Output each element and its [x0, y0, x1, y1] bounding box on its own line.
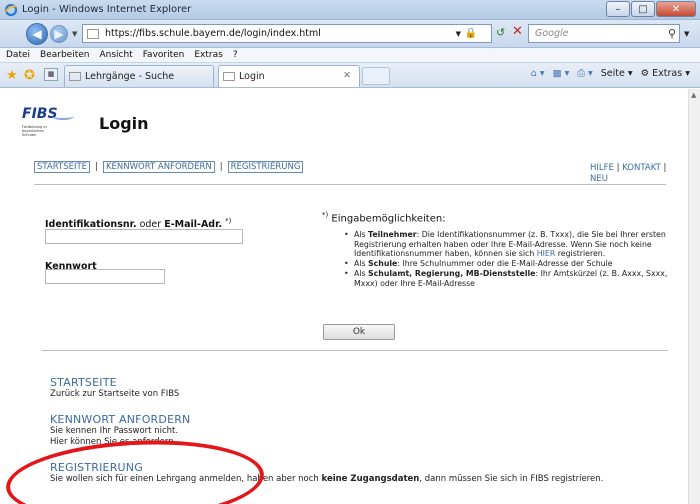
fibs-logo[interactable]: FIBS Fortbildung in bayerischen Schulen — [22, 106, 74, 138]
feeds-icon[interactable]: ▩ ▾ — [553, 68, 570, 79]
hints-title: *) Eingabemöglichkeiten: — [322, 211, 446, 225]
search-options-icon[interactable]: ▼ — [684, 30, 689, 38]
menu-tools[interactable]: Extras — [194, 48, 222, 62]
back-button[interactable]: ◀ — [26, 23, 48, 45]
tab-bar: ★ ✪ ▦ Lehrgänge - Suche Login ✕ ⌂ ▾ ▩ ▾ … — [0, 63, 700, 88]
url-text: https://fibs.schule.bayern.de/login/inde… — [105, 28, 321, 39]
page-title: Login — [99, 114, 149, 133]
contact-link[interactable]: KONTAKT — [622, 163, 661, 173]
section-heading-registrierung[interactable]: REGISTRIERUNG — [50, 461, 650, 474]
section-desc: Hier können Sie es anfordern. — [50, 436, 177, 447]
hier-link[interactable]: HIER — [537, 249, 556, 258]
internet-explorer-icon — [4, 3, 18, 17]
divider — [34, 184, 666, 185]
section-desc: Sie kennen Ihr Passwort nicht. — [50, 426, 179, 436]
menu-edit[interactable]: Bearbeiten — [40, 48, 89, 62]
search-input[interactable]: Google ⚲ — [528, 24, 680, 43]
favorites-star-icon[interactable]: ★ — [6, 68, 18, 83]
home-icon[interactable]: ⌂ ▾ — [531, 68, 545, 79]
help-navigation: HILFE | KONTAKT | NEU — [590, 163, 667, 184]
page-favicon-icon — [87, 29, 99, 39]
minimize-button[interactable]: – — [606, 1, 630, 17]
tab-label: Login — [239, 71, 265, 82]
window-title: Login - Windows Internet Explorer — [22, 4, 192, 15]
address-dropdown-icon[interactable]: ▼ — [456, 30, 461, 38]
hint-schule: Als Schule: Ihre Schulnummer oder die E-… — [342, 259, 680, 269]
close-tab-icon[interactable]: ✕ — [343, 70, 351, 81]
id-email-input[interactable] — [45, 229, 243, 244]
logo-subtitle: Fortbildung in bayerischen Schulen — [22, 125, 47, 137]
window-titlebar: Login - Windows Internet Explorer – □ ✕ — [0, 0, 700, 20]
history-dropdown-icon[interactable]: ▼ — [72, 30, 77, 38]
page-menu-label: Seite — [600, 68, 625, 79]
maximize-button[interactable]: □ — [631, 1, 655, 17]
hint-teilnehmer: Als Teilnehmer: Die Identifikationsnumme… — [342, 230, 680, 259]
nav-kennwort-anfordern[interactable]: KENNWORT ANFORDERN — [102, 161, 215, 173]
section-heading-startseite[interactable]: STARTSEITE — [50, 376, 179, 389]
search-icon[interactable]: ⚲ — [668, 27, 676, 40]
tab-lehrgaenge-suche[interactable]: Lehrgänge - Suche — [64, 65, 214, 87]
section-startseite: STARTSEITE Zurück zur Startseite von FIB… — [50, 376, 179, 400]
search-placeholder: Google — [535, 28, 569, 39]
menu-favorites[interactable]: Favoriten — [143, 48, 185, 62]
section-desc: Zurück zur Startseite von FIBS — [50, 389, 180, 399]
quick-tabs-icon[interactable]: ▦ — [44, 68, 58, 81]
stop-icon[interactable]: ✕ — [512, 24, 523, 39]
nav-startseite[interactable]: STARTSEITE — [34, 161, 91, 173]
tab-label: Lehrgänge - Suche — [85, 71, 175, 82]
password-input[interactable] — [45, 269, 165, 284]
ok-button[interactable]: Ok — [323, 324, 395, 340]
section-desc: Sie wollen sich für einen Lehrgang anmel… — [50, 474, 604, 484]
print-icon[interactable]: ⎙ ▾ — [577, 68, 592, 79]
forward-button[interactable]: ▶ — [50, 25, 68, 43]
section-kennwort: KENNWORT ANFORDERN Sie kennen Ihr Passwo… — [50, 413, 191, 447]
add-favorite-icon[interactable]: ✪ — [24, 68, 35, 83]
lock-icon[interactable]: 🔒 — [465, 28, 477, 39]
section-heading-kennwort[interactable]: KENNWORT ANFORDERN — [50, 413, 191, 426]
section-registrierung: REGISTRIERUNG Sie wollen sich für einen … — [50, 461, 650, 485]
page-menu[interactable]: Seite ▾ — [601, 68, 633, 79]
menu-bar: Datei Bearbeiten Ansicht Favoriten Extra… — [0, 48, 700, 63]
nav-registrierung[interactable]: REGISTRIERUNG — [227, 161, 304, 173]
hint-schulamt: Als Schulamt, Regierung, MB-Dienststelle… — [342, 269, 680, 288]
logo-swoosh — [52, 112, 74, 120]
page-viewport: FIBS Fortbildung in bayerischen Schulen … — [0, 89, 688, 504]
menu-view[interactable]: Ansicht — [99, 48, 132, 62]
tab-favicon-icon — [223, 72, 235, 81]
tools-menu[interactable]: ⚙ Extras ▾ — [641, 68, 690, 79]
tab-login[interactable]: Login ✕ — [218, 65, 360, 87]
refresh-icon[interactable]: ↺ — [496, 26, 505, 39]
vertical-scrollbar[interactable]: ▲ — [688, 89, 700, 504]
help-link[interactable]: HILFE — [590, 163, 614, 173]
new-tab-button[interactable] — [362, 67, 390, 85]
menu-file[interactable]: Datei — [6, 48, 30, 62]
new-link[interactable]: NEU — [590, 174, 608, 184]
scroll-up-icon[interactable]: ▲ — [691, 91, 696, 99]
tools-menu-label: Extras — [652, 68, 683, 79]
top-navigation: STARTSEITE | KENNWORT ANFORDERN | REGISTRIER… — [34, 161, 304, 173]
menu-help[interactable]: ? — [233, 48, 238, 62]
address-bar[interactable]: https://fibs.schule.bayern.de/login/inde… — [82, 24, 492, 43]
tab-favicon-icon — [69, 72, 81, 81]
close-window-button[interactable]: ✕ — [656, 1, 696, 17]
hints-list: Als Teilnehmer: Die Identifikationsnumme… — [342, 230, 680, 289]
divider — [42, 350, 668, 351]
address-toolbar: ◀ ▶ ▼ https://fibs.schule.bayern.de/logi… — [0, 20, 700, 48]
